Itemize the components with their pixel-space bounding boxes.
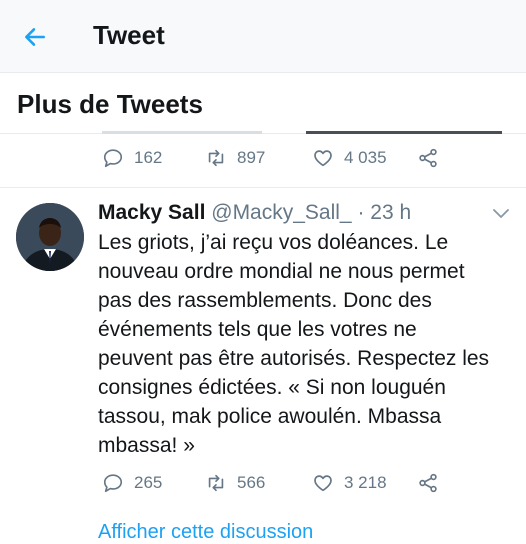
heart-icon — [314, 150, 332, 167]
reply-icon — [103, 474, 123, 493]
author-name[interactable]: Macky Sall — [98, 201, 205, 224]
tweet-actions: 265 566 3 218 — [102, 472, 502, 502]
reply-icon — [103, 149, 123, 168]
author-handle[interactable]: @Macky_Sall_ — [211, 201, 351, 224]
like-count: 4 035 — [344, 148, 387, 167]
top-bar: Tweet — [0, 0, 526, 73]
retweet-button[interactable]: 566 — [205, 472, 265, 494]
avatar[interactable] — [16, 203, 84, 271]
like-button[interactable]: 4 035 — [312, 147, 387, 169]
previous-media-edge — [306, 131, 502, 134]
section-header: Plus de Tweets — [0, 73, 526, 134]
reply-count: 265 — [134, 473, 163, 492]
reply-count: 162 — [134, 148, 163, 167]
heart-icon — [314, 475, 332, 492]
share-button[interactable] — [417, 472, 449, 494]
section-title: Plus de Tweets — [17, 89, 203, 119]
reply-button[interactable]: 265 — [102, 472, 162, 494]
tweet-time: · 23 h — [351, 201, 412, 224]
retweet-icon — [208, 474, 224, 492]
user-avatar-icon — [16, 203, 84, 271]
retweet-icon — [208, 149, 224, 167]
page-title: Tweet — [93, 20, 165, 50]
tweet-header: Macky Sall @Macky_Sall_ · 23 h — [98, 201, 411, 225]
previous-media-edge — [102, 131, 262, 134]
share-button[interactable] — [417, 147, 449, 169]
share-icon — [419, 473, 437, 493]
tweet-divider — [0, 187, 526, 188]
tweet-text: Les griots, j’ai reçu vos doléances. Le … — [98, 231, 490, 457]
like-count: 3 218 — [344, 473, 387, 492]
like-button[interactable]: 3 218 — [312, 472, 387, 494]
retweet-count: 897 — [237, 148, 266, 167]
reply-button[interactable]: 162 — [102, 147, 162, 169]
previous-tweet-actions: 162 897 4 035 — [102, 147, 502, 177]
chevron-down-icon[interactable] — [492, 208, 510, 220]
retweet-count: 566 — [237, 473, 266, 492]
retweet-button[interactable]: 897 — [205, 147, 265, 169]
arrow-left-icon[interactable] — [22, 24, 48, 50]
share-icon — [419, 148, 437, 168]
